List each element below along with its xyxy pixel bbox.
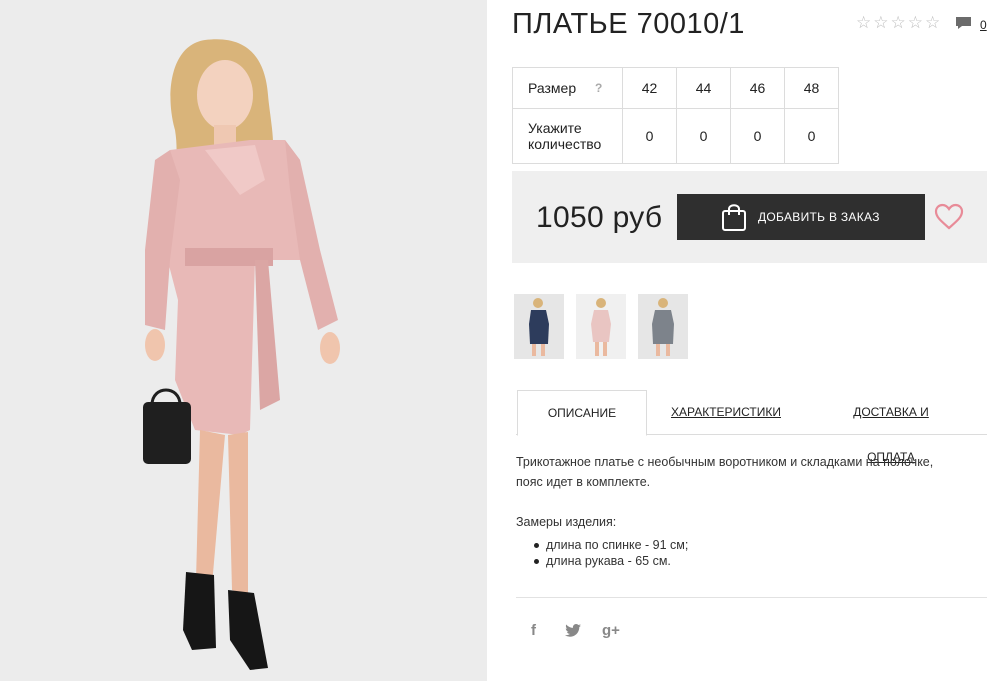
size-table: Размер ? 42 44 46 48 Укажите количество … [512,67,839,164]
size-option: 48 [784,67,839,109]
purchase-box: 1050 руб ДОБАВИТЬ В ЗАКАЗ [512,171,987,263]
gray-dress-image [638,294,688,359]
quantity-input[interactable]: 0 [622,108,677,164]
list-item: длина по спинке - 91 см; [533,538,689,552]
pink-dress-image [576,294,626,359]
star-icon[interactable]: ☆ [908,14,923,32]
size-option: 46 [730,67,785,109]
product-description: Трикотажное платье с необычным воротнико… [516,452,976,492]
quantity-input[interactable]: 0 [676,108,731,164]
add-to-order-label: ДОБАВИТЬ В ЗАКАЗ [758,210,880,224]
quantity-row: Укажите количество 0 0 0 0 [512,108,839,164]
size-label: Размер [528,80,577,96]
quantity-label-line: Укажите [528,120,582,136]
list-item: длина рукава - 65 см. [533,553,688,569]
product-title: ПЛАТЬЕ 70010/1 [512,8,745,40]
description-line: Трикотажное платье с необычным воротнико… [516,455,934,469]
size-option: 42 [622,67,677,109]
quantity-input[interactable]: 0 [784,108,839,164]
size-label-cell: Размер ? [512,67,623,109]
navy-dress-thumbnail[interactable] [514,294,564,359]
measures-title: Замеры изделия: [516,515,617,529]
quantity-input[interactable]: 0 [730,108,785,164]
twitter-icon[interactable] [565,624,581,637]
tab-description[interactable]: ОПИСАНИЕ [517,390,647,436]
quantity-label-line: количество [528,136,602,152]
quantity-label-cell: Укажите количество [512,108,623,164]
size-row: Размер ? 42 44 46 48 [512,67,839,109]
rating-stars[interactable]: ☆ ☆ ☆ ☆ ☆ [856,14,940,32]
pink-dress-thumbnail[interactable] [576,294,626,359]
divider [516,597,987,598]
gray-dress-thumbnail[interactable] [638,294,688,359]
google-plus-icon[interactable]: g+ [602,622,620,639]
measures-list: длина по спинке - 91 см; длина рукава - … [533,537,689,569]
star-icon[interactable]: ☆ [873,14,888,32]
comment-icon[interactable] [955,16,972,30]
navy-dress-image [514,294,564,359]
price: 1050 руб [536,201,663,234]
add-to-order-button[interactable]: ДОБАВИТЬ В ЗАКАЗ [677,194,925,240]
star-icon[interactable]: ☆ [891,14,906,32]
model-illustration [0,0,487,681]
shopping-bag-icon [722,204,746,231]
product-tabs: ОПИСАНИЕ ХАРАКТЕРИСТИКИ ДОСТАВКА И ОПЛАТ… [516,390,987,464]
description-line: пояс идет в комплекте. [516,475,651,489]
heart-icon[interactable] [934,203,964,230]
star-icon[interactable]: ☆ [856,14,871,32]
facebook-icon[interactable]: f [531,622,536,639]
tab-delivery[interactable]: ДОСТАВКА И ОПЛАТА [828,390,954,464]
comments-count-link[interactable]: 0 [980,18,987,32]
size-help-icon[interactable]: ? [595,80,602,96]
star-icon[interactable]: ☆ [925,14,940,32]
product-photo[interactable] [0,0,487,681]
tab-specs[interactable]: ХАРАКТЕРИСТИКИ [669,390,783,435]
size-option: 44 [676,67,731,109]
